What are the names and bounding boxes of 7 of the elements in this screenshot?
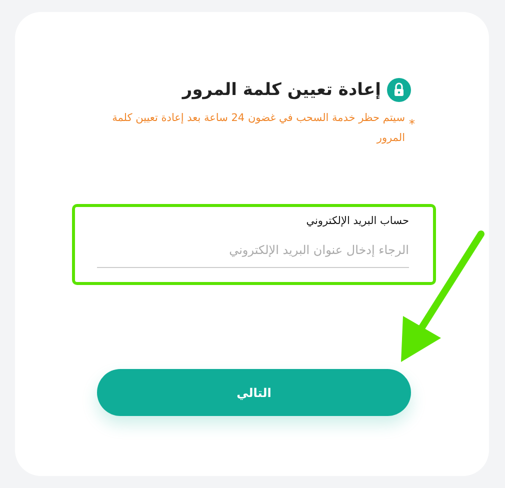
- warning-text: سيتم حظر خدمة السحب في غضون 24 ساعة بعد إعادة تعيين كلمة المرور: [111, 111, 405, 146]
- next-button[interactable]: التالي: [97, 369, 411, 416]
- page-title: إعادة تعيين كلمة المرور: [182, 80, 381, 100]
- field-label: حساب البريد الإلكتروني: [305, 215, 409, 227]
- lock-icon: [387, 78, 411, 102]
- email-input[interactable]: الرجاء إدخال عنوان البريد الإلكتروني: [97, 237, 409, 268]
- required-marker: *: [409, 116, 415, 133]
